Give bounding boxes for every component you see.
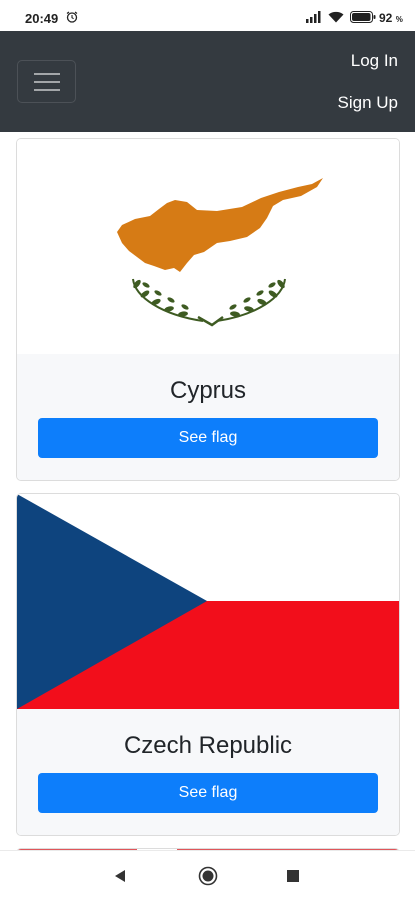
home-icon[interactable] — [198, 866, 218, 886]
card-body: Czech Republic See flag — [17, 709, 399, 835]
recents-icon[interactable] — [287, 870, 299, 882]
country-name: Cyprus — [169, 377, 247, 404]
cyprus-flag-image — [17, 139, 399, 354]
navbar: Log In Sign Up — [0, 31, 415, 132]
signup-link[interactable]: Sign Up — [338, 93, 398, 113]
menu-toggle-button[interactable] — [17, 60, 76, 103]
country-name: Czech Republic — [123, 732, 293, 759]
hamburger-icon-line — [34, 89, 60, 91]
country-card: Cyprus See flag — [16, 138, 400, 481]
battery-icon — [350, 11, 376, 23]
back-icon[interactable] — [113, 869, 127, 883]
battery-level-unit: % — [395, 15, 403, 24]
czech-flag-image — [17, 494, 399, 709]
country-list: Cyprus See flag Czech Republic See flag — [0, 132, 415, 850]
country-card: Czech Republic See flag — [16, 493, 400, 836]
status-bar: 20:49 92 % — [0, 0, 415, 31]
signal-icon — [306, 11, 321, 23]
system-navigation-bar — [0, 850, 415, 900]
cyprus-flag-icon — [17, 139, 399, 354]
login-link[interactable]: Log In — [351, 51, 398, 71]
hamburger-icon-line — [34, 81, 60, 83]
battery-level-value: 92 — [379, 11, 393, 25]
see-flag-button[interactable]: See flag — [38, 418, 378, 458]
status-time: 20:49 — [25, 11, 59, 26]
alarm-icon — [66, 11, 78, 23]
see-flag-button[interactable]: See flag — [38, 773, 378, 813]
czech-flag-icon — [17, 494, 399, 709]
battery-level: 92 % — [379, 11, 403, 25]
card-body: Cyprus See flag — [17, 354, 399, 480]
hamburger-icon-line — [34, 73, 60, 75]
wifi-icon — [328, 11, 344, 23]
